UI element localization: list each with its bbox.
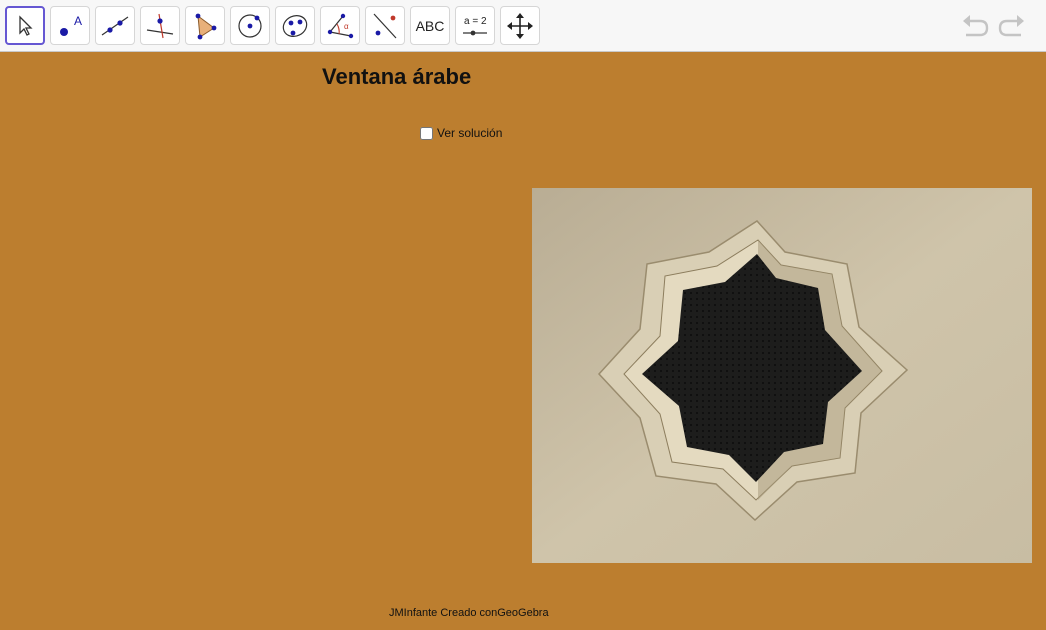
slider-icon: a = 2 xyxy=(463,16,487,35)
svg-text:a = 2: a = 2 xyxy=(464,16,487,27)
move-graphics-view-icon xyxy=(507,12,533,39)
arabic-star-window-photo xyxy=(532,188,1032,563)
move-tool-button[interactable] xyxy=(5,6,45,45)
pointer-arrow-icon xyxy=(19,14,33,36)
slider-tool-button[interactable]: a = 2 xyxy=(455,6,495,45)
reflect-about-line-icon xyxy=(373,13,397,38)
ellipse-icon xyxy=(282,14,308,37)
perpendicular-line-icon xyxy=(146,13,174,38)
angle-tool-button[interactable]: α xyxy=(320,6,360,45)
undo-icon xyxy=(963,15,989,37)
reflect-tool-button[interactable] xyxy=(365,6,405,45)
point-tool-button[interactable]: A xyxy=(50,6,90,45)
toolbar: A α ABC a = 2 xyxy=(0,0,1046,52)
perpendicular-tool-button[interactable] xyxy=(140,6,180,45)
redo-icon xyxy=(998,15,1024,37)
redo-button[interactable] xyxy=(997,13,1027,41)
line-through-points-icon xyxy=(101,16,129,35)
footer-credit: JMInfante Creado conGeoGebra xyxy=(389,607,549,619)
page-title: Ventana árabe xyxy=(322,64,472,89)
line-tool-button[interactable] xyxy=(95,6,135,45)
point-icon: A xyxy=(60,14,82,36)
undo-button[interactable] xyxy=(960,13,990,41)
polygon-icon xyxy=(195,13,217,39)
text-icon: ABC xyxy=(415,17,445,34)
svg-text:α: α xyxy=(344,22,349,31)
svg-text:A: A xyxy=(74,14,82,28)
show-solution-checkbox[interactable] xyxy=(420,126,433,140)
text-tool-button[interactable]: ABC xyxy=(410,6,450,45)
show-solution-label: Ver solución xyxy=(437,126,503,140)
polygon-tool-button[interactable] xyxy=(185,6,225,45)
circle-center-point-icon xyxy=(238,13,262,38)
angle-icon: α xyxy=(327,13,354,38)
ellipse-tool-button[interactable] xyxy=(275,6,315,45)
move-graphics-tool-button[interactable] xyxy=(500,6,540,45)
show-solution-checkbox-row[interactable]: Ver solución xyxy=(420,126,502,140)
circle-tool-button[interactable] xyxy=(230,6,270,45)
